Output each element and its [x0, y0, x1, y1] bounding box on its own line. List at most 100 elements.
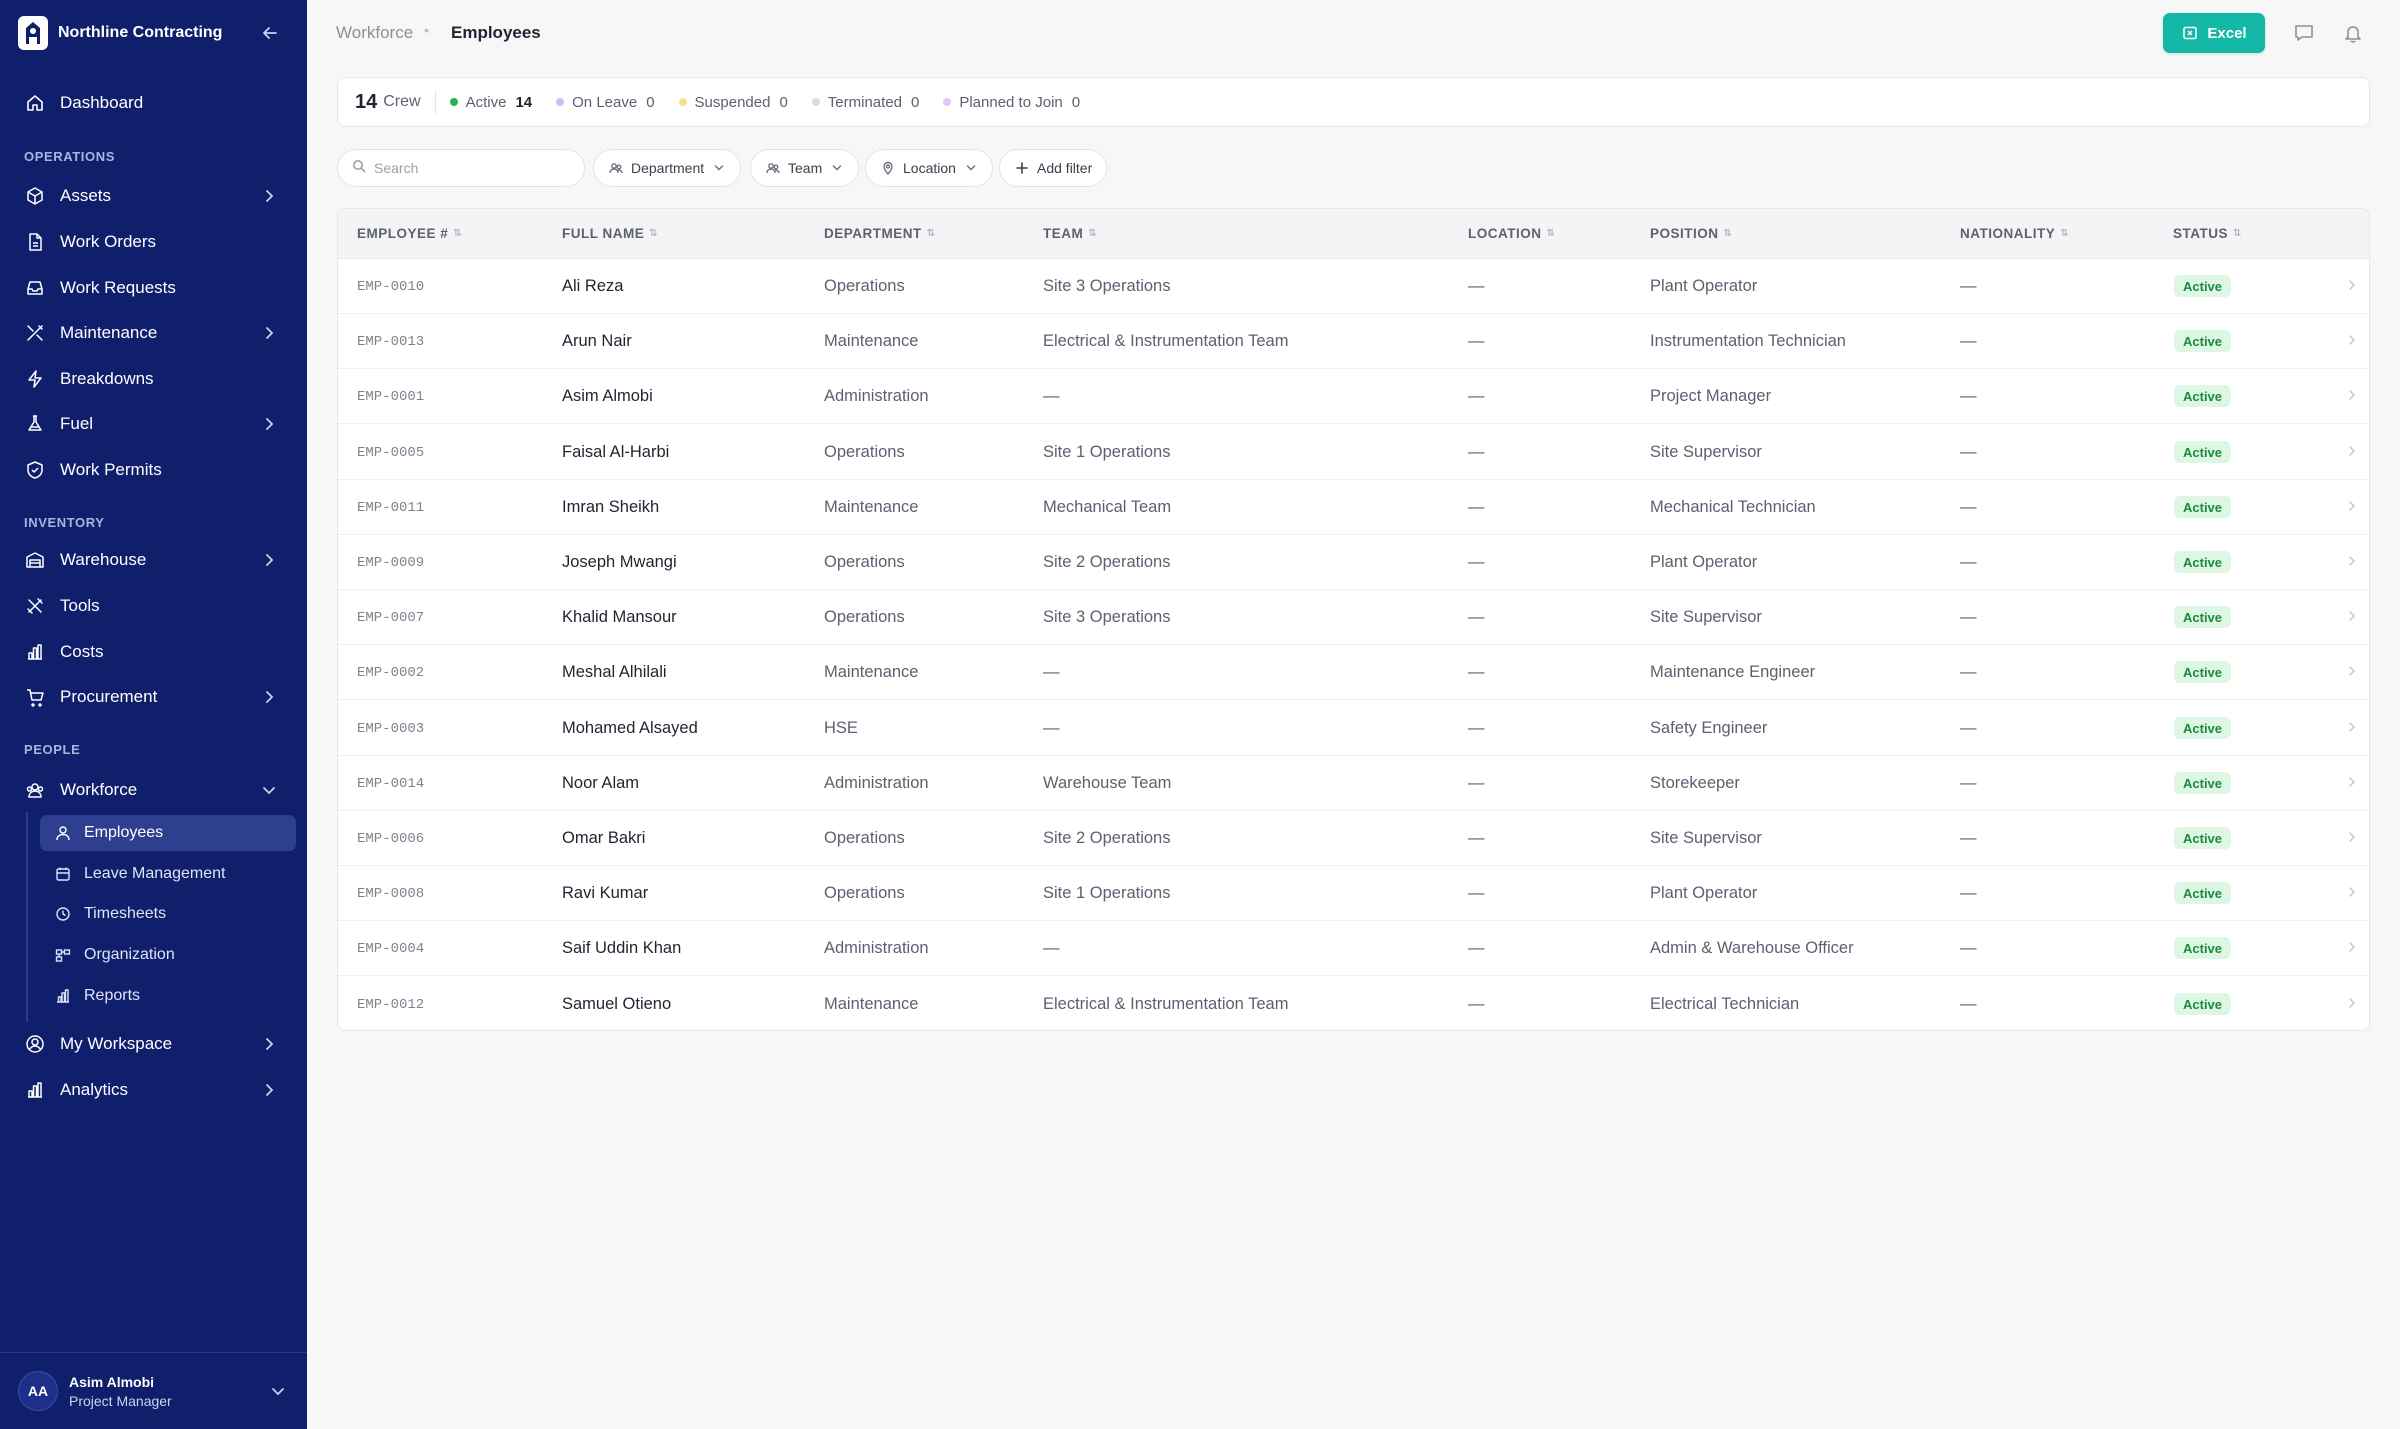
- table-row[interactable]: EMP-0011 Imran Sheikh Maintenance Mechanica…: [338, 480, 2369, 535]
- chevron-right-icon[interactable]: [2345, 388, 2359, 402]
- table-row[interactable]: EMP-0003 Mohamed Alsayed HSE — — Safety Engin…: [338, 701, 2369, 756]
- chevron-right-icon[interactable]: [2345, 499, 2359, 513]
- nav-procurement[interactable]: Procurement: [14, 677, 293, 717]
- chevron-right-icon[interactable]: [2345, 333, 2359, 347]
- col-employee-number[interactable]: EMPLOYEE # ⇅: [357, 226, 462, 241]
- cell-team: Site 2 Operations: [1043, 553, 1171, 571]
- section-inventory: INVENTORY: [24, 515, 105, 530]
- search-box[interactable]: [337, 149, 585, 187]
- chevron-right-icon[interactable]: [2345, 775, 2359, 789]
- col-department[interactable]: DEPARTMENT ⇅: [824, 226, 936, 241]
- chevron-right-icon[interactable]: [2345, 830, 2359, 844]
- col-location[interactable]: LOCATION ⇅: [1468, 226, 1555, 241]
- report-icon: [54, 987, 72, 1005]
- nav-assets-label: Assets: [60, 186, 112, 205]
- nav-warehouse[interactable]: Warehouse: [14, 540, 293, 580]
- col-nationality[interactable]: NATIONALITY ⇅: [1960, 226, 2069, 241]
- org-chart-icon: [54, 946, 72, 964]
- chevron-right-icon[interactable]: [2345, 278, 2359, 292]
- chevron-down-icon: [712, 161, 726, 175]
- filter-team[interactable]: Team: [750, 149, 860, 187]
- nav-leave-management-label: Leave Management: [84, 865, 226, 882]
- nav-reports[interactable]: Reports: [40, 978, 296, 1014]
- crew-summary: 14 Crew Active 14 On Leave 0 Suspended 0…: [337, 77, 2370, 127]
- nav-analytics[interactable]: Analytics: [14, 1070, 293, 1110]
- nav-work-permits[interactable]: Work Permits: [14, 450, 293, 490]
- col-full-name[interactable]: FULL NAME ⇅: [562, 226, 658, 241]
- col-position[interactable]: POSITION ⇅: [1650, 226, 1732, 241]
- cell-location: —: [1468, 277, 1485, 295]
- stat-active[interactable]: Active 14: [449, 94, 532, 111]
- chevron-right-icon[interactable]: [2345, 554, 2359, 568]
- cell-department: Operations: [824, 277, 905, 295]
- cell-location: —: [1468, 884, 1485, 902]
- filter-location[interactable]: Location: [865, 149, 993, 187]
- stat-suspended[interactable]: Suspended 0: [678, 94, 788, 111]
- export-excel-button[interactable]: Excel: [2163, 13, 2265, 53]
- cell-nationality: —: [1960, 663, 1977, 681]
- nav-breakdowns[interactable]: Breakdowns: [14, 359, 293, 399]
- chevron-right-icon[interactable]: [2345, 664, 2359, 678]
- cell-employee-number: EMP-0002: [357, 665, 425, 681]
- stat-planned[interactable]: Planned to Join 0: [943, 94, 1080, 111]
- nav-timesheets[interactable]: Timesheets: [40, 896, 296, 932]
- table-row[interactable]: EMP-0009 Joseph Mwangi Operations Site 2 Op…: [338, 535, 2369, 590]
- nav-leave-management[interactable]: Leave Management: [40, 856, 296, 892]
- col-team[interactable]: TEAM ⇅: [1043, 226, 1097, 241]
- chevron-right-icon[interactable]: [2345, 609, 2359, 623]
- nav-my-workspace[interactable]: My Workspace: [14, 1024, 293, 1064]
- nav-costs[interactable]: Costs: [14, 632, 293, 672]
- bell-icon[interactable]: [2340, 20, 2366, 46]
- status-badge: Active: [2174, 330, 2232, 352]
- nav-fuel[interactable]: Fuel: [14, 404, 293, 444]
- chevron-right-icon[interactable]: [2345, 444, 2359, 458]
- nav-employees[interactable]: Employees: [40, 815, 296, 851]
- cell-team: Site 3 Operations: [1043, 608, 1171, 626]
- cell-employee-number: EMP-0005: [357, 445, 425, 461]
- nav-dashboard[interactable]: Dashboard: [14, 83, 293, 123]
- chevron-right-icon[interactable]: [2345, 885, 2359, 899]
- stat-on-leave[interactable]: On Leave 0: [556, 94, 655, 111]
- table-row[interactable]: EMP-0013 Arun Nair Maintenance Electrical &…: [338, 314, 2369, 369]
- add-filter-button[interactable]: Add filter: [999, 149, 1108, 187]
- nav-work-orders[interactable]: Work Orders: [14, 222, 293, 262]
- nav-tools[interactable]: Tools: [14, 586, 293, 626]
- table-row[interactable]: EMP-0001 Asim Almobi Administration — — Proje…: [338, 369, 2369, 424]
- breadcrumb-separator: •: [424, 22, 429, 38]
- breadcrumb-workforce[interactable]: Workforce: [336, 23, 413, 43]
- chat-icon[interactable]: [2291, 20, 2317, 46]
- filter-department[interactable]: Department: [593, 149, 742, 187]
- table-row[interactable]: EMP-0002 Meshal Alhilali Maintenance — — Main…: [338, 645, 2369, 700]
- search-input[interactable]: [374, 160, 564, 176]
- table-row[interactable]: EMP-0014 Noor Alam Administration Warehouse…: [338, 756, 2369, 811]
- nav-workforce[interactable]: Workforce: [14, 770, 293, 810]
- nav-timesheets-label: Timesheets: [84, 905, 167, 922]
- chevron-down-icon: [268, 1381, 288, 1401]
- collapse-sidebar-icon[interactable]: [257, 20, 283, 46]
- nav-assets[interactable]: Assets: [14, 176, 293, 216]
- cell-employee-number: EMP-0010: [357, 279, 425, 295]
- user-menu[interactable]: AA Asim Almobi Project Manager: [0, 1352, 307, 1429]
- table-row[interactable]: EMP-0012 Samuel Otieno Maintenance Electric…: [338, 977, 2369, 1030]
- table-row[interactable]: EMP-0010 Ali Reza Operations Site 3 Operati…: [338, 259, 2369, 314]
- table-row[interactable]: EMP-0007 Khalid Mansour Operations Site 3 O…: [338, 590, 2369, 645]
- table-row[interactable]: EMP-0004 Saif Uddin Khan Administration — — A…: [338, 921, 2369, 976]
- home-icon: [24, 92, 46, 114]
- cell-team: —: [1043, 387, 1060, 405]
- brand[interactable]: Northline Contracting: [18, 16, 222, 50]
- col-status[interactable]: STATUS ⇅: [2173, 226, 2242, 241]
- cell-employee-number: EMP-0007: [357, 610, 425, 626]
- chevron-right-icon[interactable]: [2345, 996, 2359, 1010]
- chevron-right-icon[interactable]: [2345, 720, 2359, 734]
- stat-terminated[interactable]: Terminated 0: [811, 94, 919, 111]
- cell-full-name: Omar Bakri: [562, 829, 646, 847]
- chevron-right-icon: [259, 1080, 279, 1100]
- nav-maintenance[interactable]: Maintenance: [14, 313, 293, 353]
- nav-organization[interactable]: Organization: [40, 937, 296, 973]
- nav-work-requests[interactable]: Work Requests: [14, 268, 293, 308]
- chevron-right-icon[interactable]: [2345, 940, 2359, 954]
- table-row[interactable]: EMP-0005 Faisal Al-Harbi Operations Site 1 …: [338, 425, 2369, 480]
- table-row[interactable]: EMP-0006 Omar Bakri Operations Site 2 Opera…: [338, 811, 2369, 866]
- cell-employee-number: EMP-0001: [357, 389, 425, 405]
- table-row[interactable]: EMP-0008 Ravi Kumar Operations Site 1 Opera…: [338, 866, 2369, 921]
